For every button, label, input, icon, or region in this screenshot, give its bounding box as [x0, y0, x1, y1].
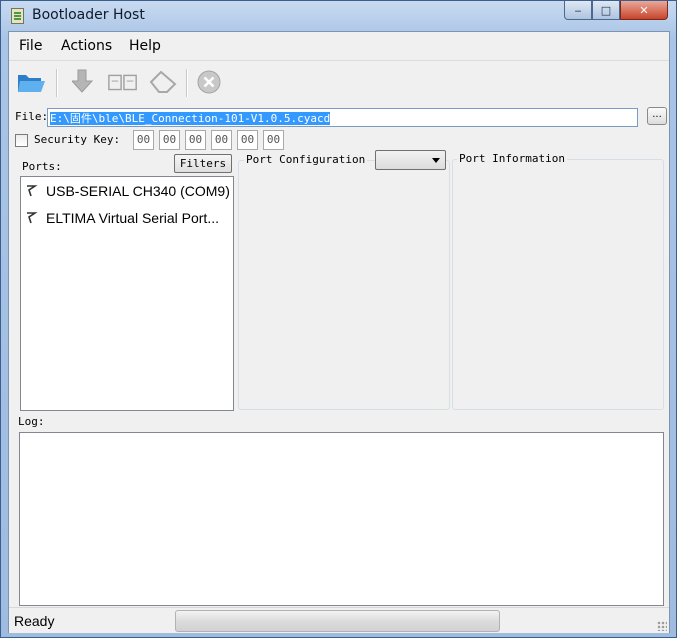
- filters-button[interactable]: Filters: [174, 154, 232, 173]
- log-label: Log:: [18, 415, 45, 428]
- resize-grip-icon[interactable]: [657, 621, 667, 631]
- security-key-checkbox[interactable]: [15, 134, 28, 147]
- chevron-down-icon: [432, 158, 440, 163]
- maximize-button[interactable]: □: [592, 1, 620, 20]
- close-icon: ✕: [639, 3, 649, 17]
- security-key-byte-6[interactable]: 00: [263, 130, 284, 150]
- progress-bar: [175, 610, 500, 632]
- erase-button[interactable]: [147, 67, 179, 97]
- serial-port-icon: [27, 212, 38, 224]
- bootloader-host-window: Bootloader Host ‒ □ ✕ File Actions Help: [0, 0, 677, 638]
- list-item[interactable]: USB-SERIAL CH340 (COM9): [24, 180, 230, 202]
- port-information-label: Port Information: [457, 152, 567, 165]
- file-path-input[interactable]: E:\固件\ble\BLE_Connection-101-V1.0.5.cyac…: [47, 108, 638, 127]
- window-title: Bootloader Host: [32, 7, 145, 23]
- menu-help[interactable]: Help: [129, 38, 161, 54]
- close-button[interactable]: ✕: [620, 1, 668, 20]
- security-key-byte-4[interactable]: 00: [211, 130, 232, 150]
- caption-buttons: ‒ □ ✕: [564, 1, 668, 21]
- menu-actions[interactable]: Actions: [61, 38, 112, 54]
- ports-label: Ports:: [22, 160, 62, 173]
- security-key-byte-1[interactable]: 00: [133, 130, 154, 150]
- program-icon: [72, 69, 94, 93]
- port-information-group: [452, 159, 664, 410]
- security-key-byte-5[interactable]: 00: [237, 130, 258, 150]
- security-key-byte-2[interactable]: 00: [159, 130, 180, 150]
- app-icon: [11, 8, 24, 24]
- port-configuration-label: Port Configuration: [244, 153, 368, 166]
- title-bar[interactable]: Bootloader Host ‒ □ ✕: [1, 1, 676, 31]
- browse-button[interactable]: ...: [647, 107, 667, 125]
- ports-list[interactable]: USB-SERIAL CH340 (COM9) ELTIMA Virtual S…: [20, 176, 234, 411]
- verify-icon: [108, 74, 137, 91]
- maximize-icon: □: [600, 3, 612, 17]
- status-text: Ready: [14, 613, 55, 629]
- program-button[interactable]: [69, 67, 101, 97]
- security-key-byte-3[interactable]: 00: [185, 130, 206, 150]
- open-folder-icon: [18, 75, 45, 92]
- toolbar-separator: [56, 69, 58, 97]
- minimize-button[interactable]: ‒: [564, 1, 592, 20]
- client-area: File Actions Help File: E:\固件\ble\BLE_Co…: [8, 31, 670, 633]
- list-item-label: USB-SERIAL CH340 (COM9): [46, 183, 230, 199]
- security-key-label: Security Key:: [34, 133, 121, 146]
- abort-button[interactable]: [193, 67, 225, 97]
- port-configuration-group: [238, 160, 450, 410]
- status-bar: Ready: [9, 607, 669, 633]
- erase-icon: [149, 70, 177, 93]
- toolbar: [9, 61, 669, 103]
- serial-port-icon: [27, 185, 38, 197]
- menu-bar: File Actions Help: [9, 32, 669, 61]
- minimize-icon: ‒: [574, 3, 582, 17]
- list-item-label: ELTIMA Virtual Serial Port...: [46, 210, 219, 226]
- log-textbox[interactable]: [19, 432, 664, 606]
- menu-file[interactable]: File: [19, 38, 42, 54]
- port-configuration-dropdown[interactable]: [375, 150, 446, 170]
- abort-icon: [197, 70, 221, 94]
- file-path-value: E:\固件\ble\BLE_Connection-101-V1.0.5.cyac…: [50, 112, 331, 125]
- open-file-button[interactable]: [15, 67, 47, 97]
- toolbar-separator: [186, 69, 188, 97]
- list-item[interactable]: ELTIMA Virtual Serial Port...: [24, 207, 219, 229]
- verify-button[interactable]: [107, 67, 139, 97]
- file-label: File:: [15, 110, 49, 123]
